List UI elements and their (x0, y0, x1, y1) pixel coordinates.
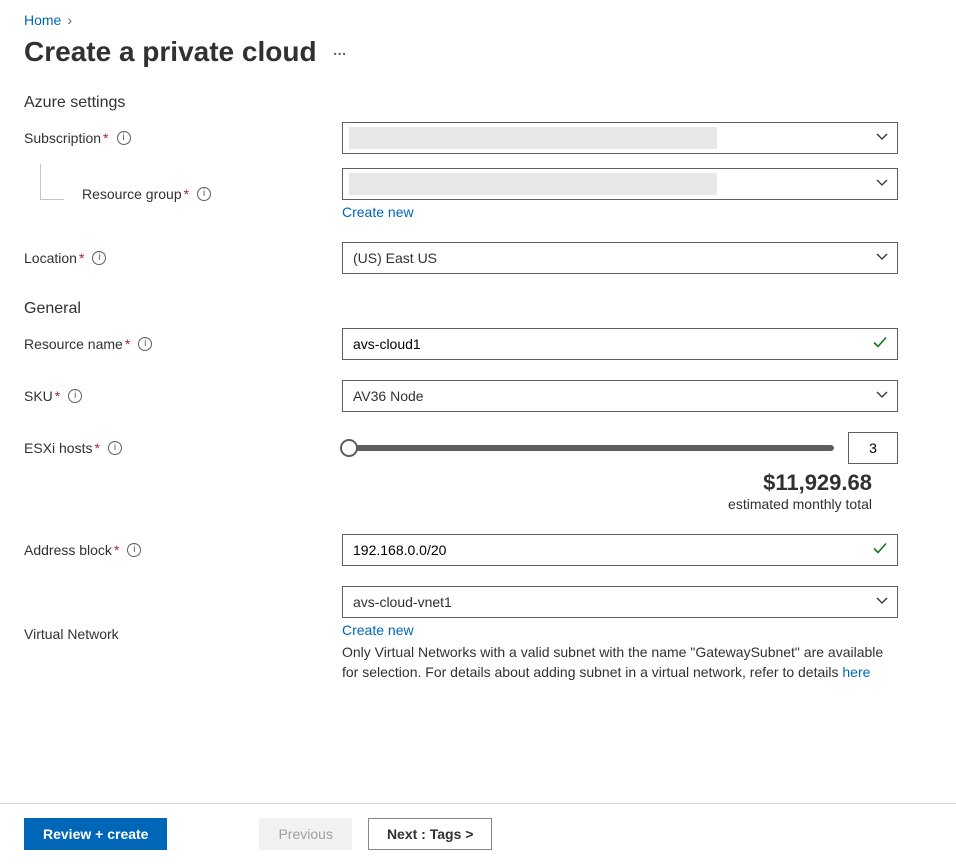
esxi-hosts-value-input[interactable] (848, 432, 898, 464)
virtual-network-help-link[interactable]: here (842, 664, 870, 680)
virtual-network-label: Virtual Network (24, 626, 119, 642)
info-icon[interactable]: i (138, 337, 152, 351)
esxi-hosts-slider[interactable] (342, 445, 834, 451)
info-icon[interactable]: i (92, 251, 106, 265)
virtual-network-create-new-link[interactable]: Create new (342, 622, 414, 638)
sku-label: SKU (24, 388, 53, 404)
breadcrumb: Home › (24, 12, 932, 28)
page-title-text: Create a private cloud (24, 36, 317, 68)
resource-group-create-new-link[interactable]: Create new (342, 204, 414, 220)
hierarchy-elbow-icon (40, 164, 64, 200)
info-icon[interactable]: i (117, 131, 131, 145)
required-marker: * (103, 130, 108, 146)
resource-group-label: Resource group (82, 186, 182, 202)
info-icon[interactable]: i (197, 187, 211, 201)
required-marker: * (114, 542, 119, 558)
virtual-network-dropdown[interactable]: avs-cloud-vnet1 (342, 586, 898, 618)
info-icon[interactable]: i (127, 543, 141, 557)
address-block-label: Address block (24, 542, 112, 558)
subscription-label: Subscription (24, 130, 101, 146)
virtual-network-help-text: Only Virtual Networks with a valid subne… (342, 642, 898, 683)
section-general: General (24, 300, 932, 318)
required-marker: * (125, 336, 130, 352)
location-dropdown[interactable]: (US) East US (342, 242, 898, 274)
section-azure-settings: Azure settings (24, 94, 932, 112)
info-icon[interactable]: i (68, 389, 82, 403)
resource-name-input[interactable] (342, 328, 898, 360)
required-marker: * (55, 388, 60, 404)
breadcrumb-home-link[interactable]: Home (24, 12, 61, 28)
info-icon[interactable]: i (108, 441, 122, 455)
wizard-footer: Review + create Previous Next : Tags > (0, 803, 956, 864)
chevron-right-icon: › (67, 12, 72, 28)
resource-group-dropdown[interactable] (342, 168, 898, 200)
redacted-value (349, 127, 717, 149)
price-amount: $11,929.68 (24, 470, 872, 496)
price-subtext: estimated monthly total (24, 496, 872, 512)
next-button[interactable]: Next : Tags > (368, 818, 493, 850)
required-marker: * (79, 250, 84, 266)
sku-dropdown[interactable]: AV36 Node (342, 380, 898, 412)
required-marker: * (184, 186, 189, 202)
more-actions-icon[interactable]: … (333, 42, 349, 62)
required-marker: * (94, 440, 99, 456)
page-title: Create a private cloud … (24, 36, 932, 68)
previous-button: Previous (259, 818, 351, 850)
slider-thumb[interactable] (340, 439, 358, 457)
esxi-hosts-label: ESXi hosts (24, 440, 92, 456)
review-create-button[interactable]: Review + create (24, 818, 167, 850)
address-block-input[interactable] (342, 534, 898, 566)
subscription-dropdown[interactable] (342, 122, 898, 154)
location-label: Location (24, 250, 77, 266)
redacted-value (349, 173, 717, 195)
resource-name-label: Resource name (24, 336, 123, 352)
